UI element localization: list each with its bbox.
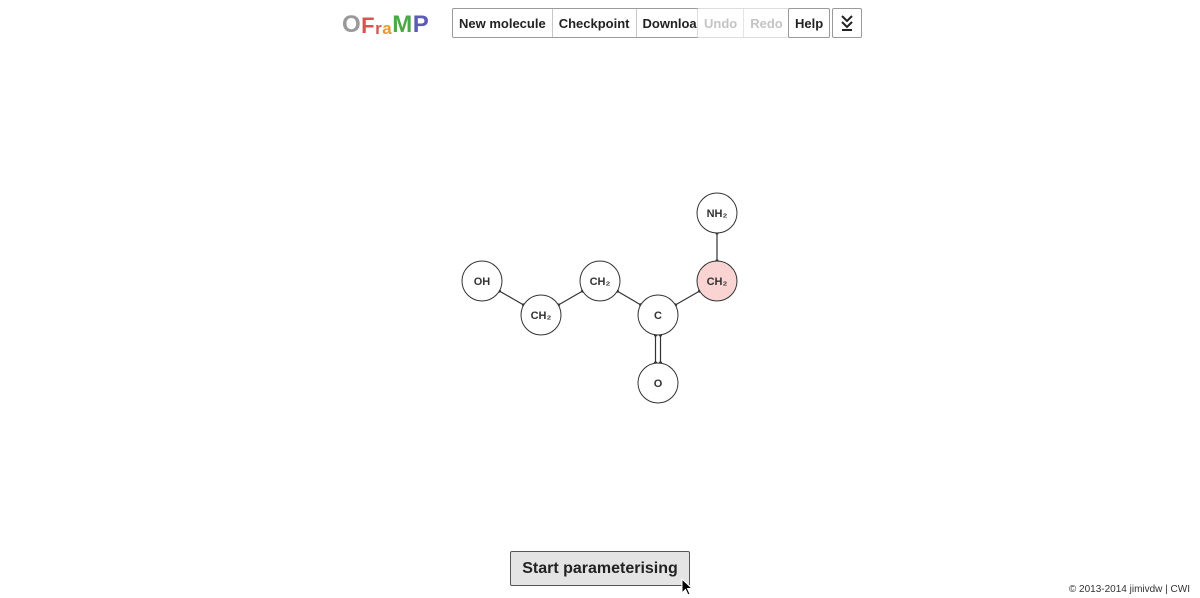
copyright-footer: © 2013-2014 jimivdw | CWI [1068,584,1190,595]
atom-label: OH [474,276,491,288]
atom-label: CH₂ [531,310,552,322]
history-toolbar: Undo Redo [697,8,790,38]
bond[interactable] [497,289,526,307]
atom-label: O [654,378,663,390]
new-molecule-button[interactable]: New molecule [453,9,552,37]
logo-letter: M [392,11,413,38]
expand-menu-button[interactable] [833,9,861,37]
help-button[interactable]: Help [789,9,829,37]
atom-nh2[interactable]: NH₂ [696,192,738,234]
logo-letter: P [412,11,430,38]
oframp-logo: O F r a M P [342,11,430,38]
checkpoint-button[interactable]: Checkpoint [551,9,636,37]
atom-c[interactable]: C [637,294,679,336]
logo-letter: a [382,19,393,38]
atom-oh[interactable]: OH [461,260,503,302]
bond[interactable] [673,289,702,307]
bond[interactable] [653,333,663,365]
atom-o[interactable]: O [637,362,679,404]
help-toolbar: Help [788,8,831,38]
logo-letter: r [375,19,383,38]
undo-button[interactable]: Undo [698,9,743,37]
bond[interactable] [715,231,719,263]
bond[interactable] [556,289,585,307]
molecule-canvas[interactable]: OH CH₂ CH₂ C CH₂ NH₂ O [440,180,760,420]
atom-ch2a[interactable]: CH₂ [520,294,562,336]
logo-letter: F [361,13,376,38]
logo-letter: O [342,11,362,38]
atom-label: NH₂ [707,208,728,220]
double-chevron-down-icon [841,15,853,31]
menu-toolbar [832,8,862,38]
atom-label: C [654,310,662,322]
bond[interactable] [615,289,643,307]
redo-button[interactable]: Redo [743,9,789,37]
mouse-cursor-icon [681,578,693,596]
main-toolbar: New molecule Checkpoint Download [452,8,712,38]
atom-label: CH₂ [590,276,611,288]
atom-label: CH₂ [707,276,728,288]
start-parameterising-button[interactable]: Start parameterising [510,551,690,586]
atom-ch2c[interactable]: CH₂ [696,260,738,302]
atom-ch2b[interactable]: CH₂ [579,260,621,302]
